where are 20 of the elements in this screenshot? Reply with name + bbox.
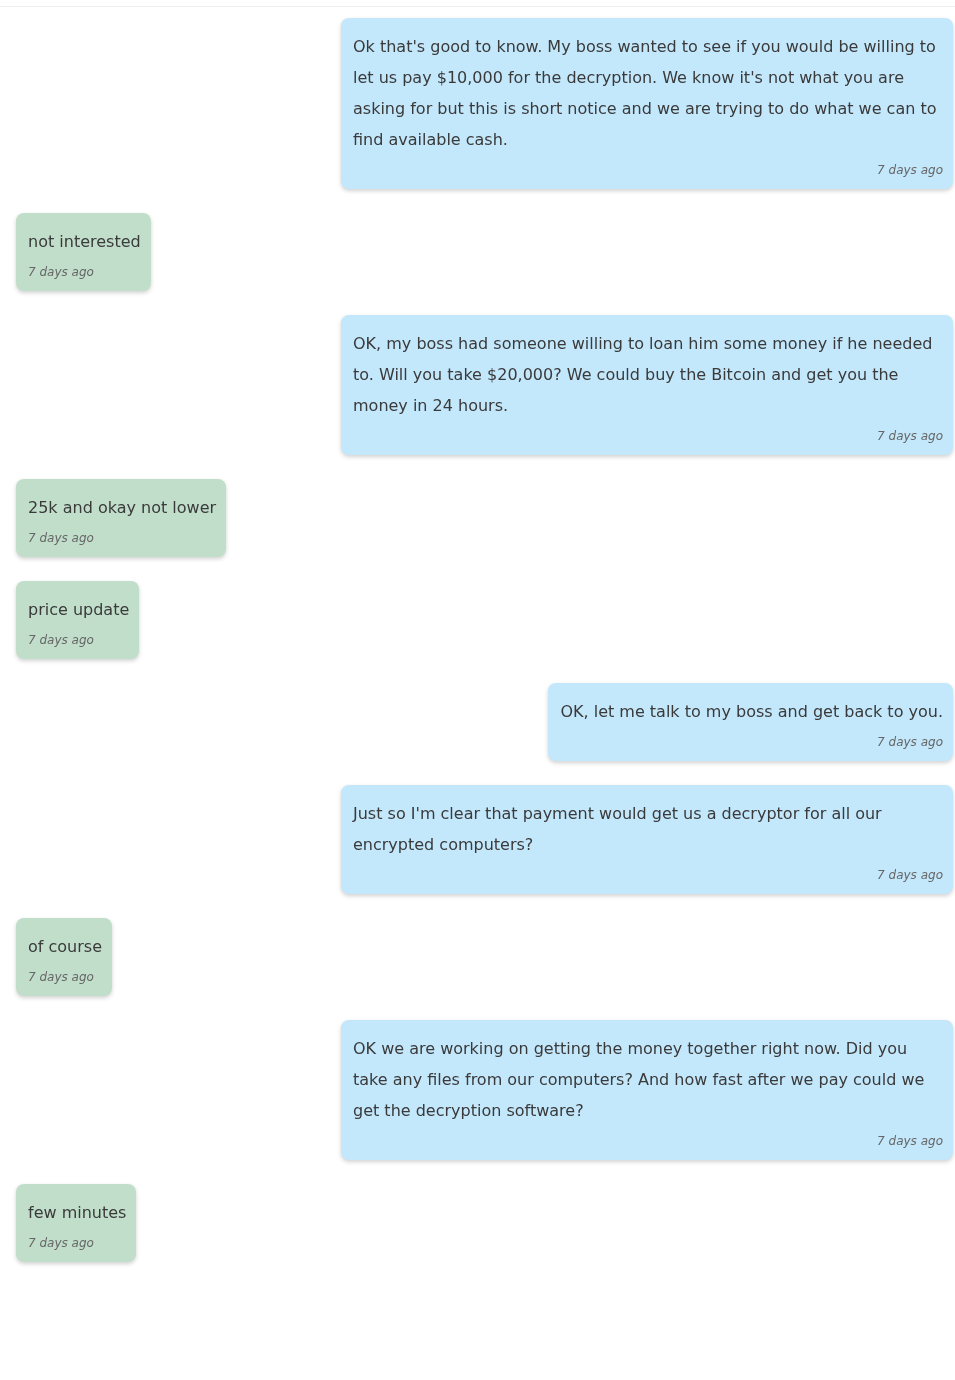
message-time: 7 days ago [28,633,94,647]
message-time: 7 days ago [28,531,94,545]
message-time: 7 days ago [28,970,94,984]
message-text: Ok that's good to know. My boss wanted to see if you would be willing to let us pay $10,000 for the decryption. We know it's not what you are asking for but this is short notice and we are trying to do what we can to find available cash. [353,36,938,151]
message-text: OK, my boss had someone willing to loan him some money if he needed to. Will you take $20,000? We could buy the Bitcoin and get you the money in 24 hours. [353,333,934,417]
message-text: of course [28,936,102,958]
message-time: 7 days ago [877,163,943,177]
message-text: not interested [28,231,141,253]
message-time: 7 days ago [877,735,943,749]
message-time: 7 days ago [28,1236,94,1250]
message-time: 7 days ago [877,429,943,443]
message-time: 7 days ago [28,265,94,279]
message-text: price update [28,599,130,621]
message-text: few minutes [28,1202,127,1224]
message-time: 7 days ago [877,1134,943,1148]
message-text: OK we are working on getting the money together right now. Did you take any files from our computers? And how fast after we pay could we get the decryption software? [353,1038,926,1122]
message-text: Just so I'm clear that payment would get us a decryptor for all our encrypted computers? [353,803,883,856]
message-text: OK, let me talk to my boss and get back to you. [560,701,943,723]
message-time: 7 days ago [877,868,943,882]
message-text: 25k and okay not lower [28,497,217,519]
